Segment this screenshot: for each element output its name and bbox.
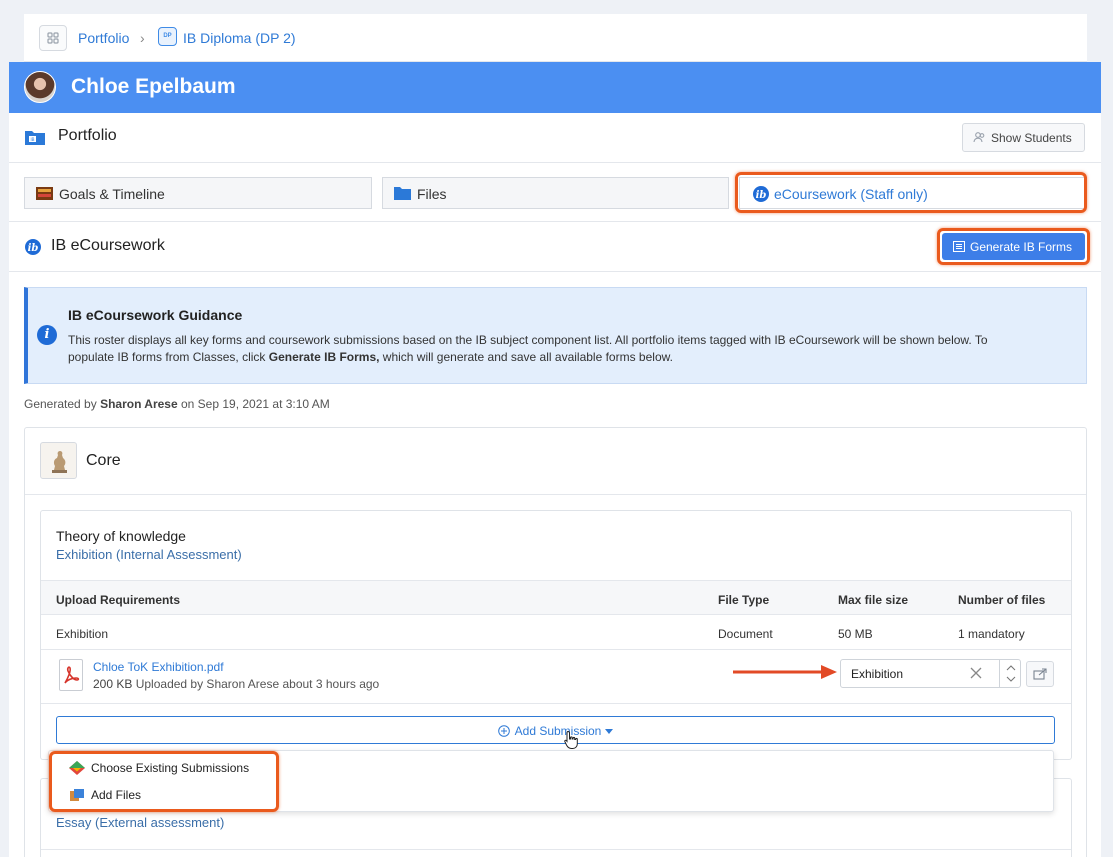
tab-highlight-annotation [735,172,1087,213]
header-file-type: File Type [718,593,770,607]
hand-cursor-icon [564,730,578,749]
breadcrumb-separator: › [140,30,145,46]
header-upload-requirements: Upload Requirements [56,593,181,607]
info-icon: i [37,325,57,345]
plus-circle-icon [497,720,510,746]
file-name-link[interactable]: Chloe ToK Exhibition.pdf [93,660,224,674]
component-tag-select[interactable]: Exhibition [840,659,1021,688]
divider [9,271,1101,272]
submission-file-row: Chloe ToK Exhibition.pdf 200 KB Uploaded… [41,650,1071,704]
requirements-header: Upload Requirements File Type Max file s… [41,580,1071,615]
student-name: Chloe Epelbaum [71,75,236,98]
cell-max-size: 50 MB [838,627,873,641]
generate-ib-forms-button[interactable]: Generate IB Forms [942,233,1085,260]
diploma-badge-icon: DP [158,27,177,46]
generated-author: Sharon Arese [100,397,178,411]
svg-text:IB: IB [31,137,35,142]
users-icon [973,131,986,147]
file-upload-info: Uploaded by Sharon Arese about 3 hours a… [135,677,380,691]
menu-highlight-annotation [49,751,279,812]
guidance-line-2-end: which will generate and save all availab… [382,350,673,364]
caret-down-icon [605,717,614,743]
core-title: Core [86,452,121,469]
add-submission-button[interactable]: Add Submission [56,716,1055,744]
cell-file-type: Document [718,627,773,641]
generated-info: Generated by Sharon Arese on Sep 19, 202… [24,397,330,411]
share-button[interactable] [1026,661,1054,687]
guidance-title: IB eCoursework Guidance [68,307,243,323]
guidance-line-1: This roster displays all key forms and c… [68,333,988,347]
divider [9,221,1101,222]
ib-logo-icon: ib [24,238,42,259]
svg-text:ib: ib [28,243,39,254]
header-number-of-files: Number of files [958,593,1046,607]
section-title: IB eCoursework [51,237,165,254]
breadcrumb-portfolio-link[interactable]: Portfolio [78,30,129,46]
guidance-bold: Generate IB Forms, [268,350,380,364]
folder-icon [394,186,411,203]
show-students-button[interactable]: Show Students [962,123,1085,152]
portfolio-folder-icon: IB [24,128,46,149]
pdf-file-icon [59,659,83,691]
divider [25,494,1086,495]
guidance-line-2: populate IB forms from Classes, click [68,350,266,364]
clear-icon[interactable] [969,666,983,683]
tab-label: Files [417,186,447,202]
thinker-statue-icon [40,442,77,479]
generated-suffix: on Sep 19, 2021 at 3:10 AM [181,397,330,411]
breadcrumb: Portfolio › DP IB Diploma (DP 2) [24,14,1087,62]
cell-requirement: Exhibition [56,627,109,641]
subject-title: Theory of knowledge [56,528,186,544]
select-stepper[interactable] [999,659,1021,688]
form-icon [953,241,965,255]
student-header: Chloe Epelbaum [9,62,1101,113]
divider [41,849,1071,850]
cell-number-of-files: 1 mandatory [958,627,1025,641]
header-max-file-size: Max file size [838,593,909,607]
generated-prefix: Generated by [24,397,97,411]
table-row: Exhibition Document 50 MB 1 mandatory [41,615,1071,650]
portfolio-title: Portfolio [58,127,117,144]
generate-label: Generate IB Forms [970,240,1073,254]
tok-component-panel: Theory of knowledge Exhibition (Internal… [40,510,1072,760]
divider [9,162,1101,163]
portfolio-card: IB Portfolio Show Students Goals & Timel… [9,113,1101,857]
guidance-callout: i IB eCoursework Guidance This roster di… [24,287,1087,384]
goals-icon [36,186,53,204]
avatar[interactable] [24,71,56,103]
tag-value: Exhibition [851,667,904,681]
tab-files[interactable]: Files [382,177,729,209]
component-title: Exhibition (Internal Assessment) [56,547,242,562]
file-meta: 200 KB Uploaded by Sharon Arese about 3 … [93,677,379,691]
breadcrumb-current[interactable]: IB Diploma (DP 2) [183,30,296,46]
guidance-body: This roster displays all key forms and c… [68,332,1078,366]
file-size: 200 KB [93,677,133,691]
tab-label: Goals & Timeline [59,186,165,202]
component-title: Essay (External assessment) [56,815,225,830]
show-students-label: Show Students [991,131,1072,145]
arrow-annotation [733,665,837,679]
tab-goals-timeline[interactable]: Goals & Timeline [24,177,372,209]
add-submission-label: Add Submission [514,724,602,738]
apps-grid-icon[interactable] [39,25,67,51]
